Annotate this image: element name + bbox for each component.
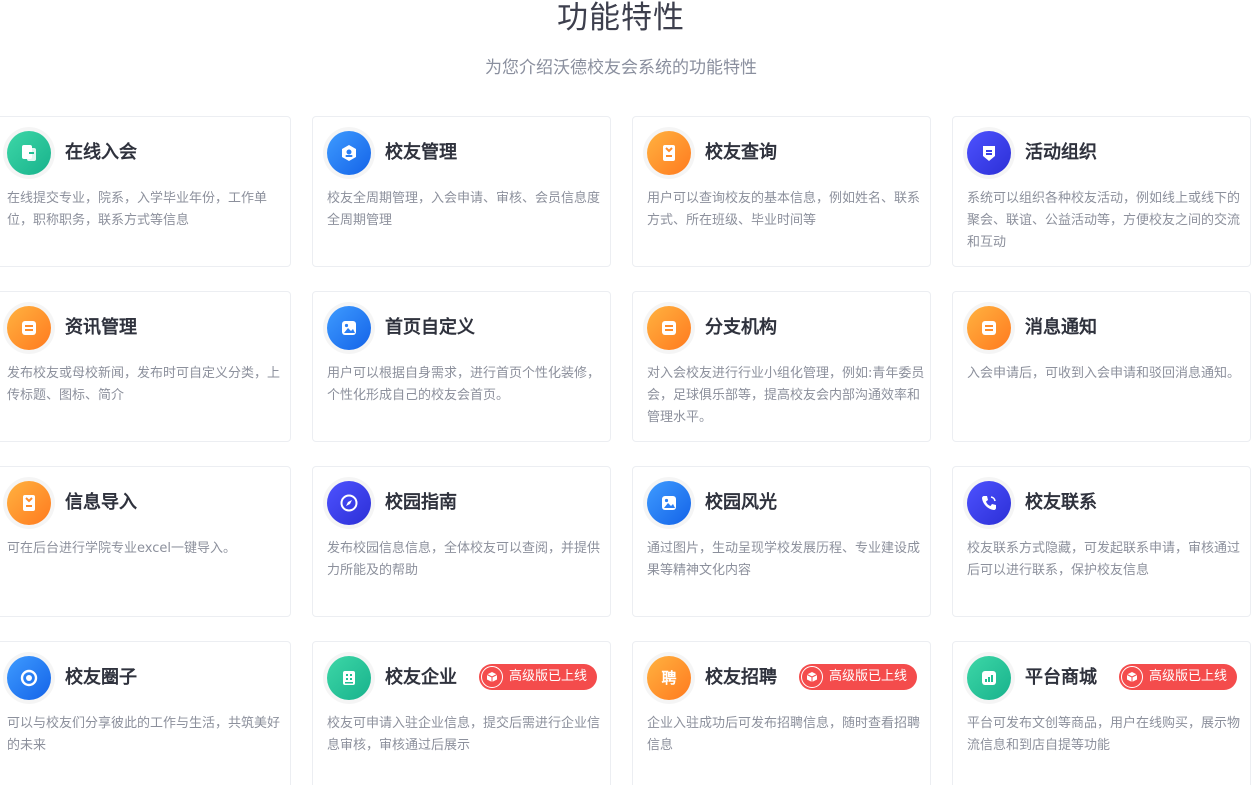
feature-card-campus-scenery[interactable]: 校园风光 通过图片，生动呈现学校发展历程、专业建设成果等精神文化内容	[632, 466, 931, 617]
query-icon	[647, 131, 691, 175]
feature-title: 校友企业	[385, 667, 457, 688]
premium-badge: 高级版已上线	[799, 664, 918, 690]
feature-desc: 用户可以根据自身需求，进行首页个性化装修，个性化形成自己的校友会首页。	[327, 366, 601, 403]
feature-title: 校友联系	[1025, 492, 1097, 513]
activity-icon	[967, 131, 1011, 175]
join-icon	[7, 131, 51, 175]
feature-card-alumni-contact[interactable]: 校友联系 校友联系方式隐藏，可发起联系申请，审核通过后可以进行联系，保护校友信息	[952, 466, 1251, 617]
feature-title: 在线入会	[65, 142, 137, 163]
page-title: 功能特性	[557, 0, 685, 36]
feature-desc: 可以与校友们分享彼此的工作与生活，共筑美好的未来	[7, 716, 281, 753]
feature-desc: 用户可以查询校友的基本信息，例如姓名、联系方式、所在班级、毕业时间等	[647, 191, 921, 228]
feature-title: 分支机构	[705, 317, 777, 338]
feature-title: 首页自定义	[385, 317, 475, 338]
manage-icon	[327, 131, 371, 175]
recruit-icon: 聘	[647, 656, 691, 700]
feature-title: 信息导入	[65, 492, 137, 513]
feature-card-message[interactable]: 消息通知 入会申请后，可收到入会申请和驳回消息通知。	[952, 291, 1251, 442]
feature-title: 校友查询	[705, 142, 777, 163]
feature-title: 资讯管理	[65, 317, 137, 338]
feature-card-news[interactable]: 资讯管理 发布校友或母校新闻，发布时可自定义分类，上传标题、图标、简介	[0, 291, 291, 442]
page-subtitle: 为您介绍沃德校友会系统的功能特性	[485, 58, 757, 78]
circle-icon	[7, 656, 51, 700]
premium-badge-label: 高级版已上线	[1149, 669, 1228, 684]
message-icon	[967, 306, 1011, 350]
feature-desc: 对入会校友进行行业小组化管理，例如:青年委员会，足球俱乐部等，提高校友会内部沟通…	[647, 366, 925, 425]
feature-desc: 校友可申请入驻企业信息，提交后需进行企业信息审核，审核通过后展示	[327, 716, 601, 753]
phone-icon	[967, 481, 1011, 525]
cube-icon	[801, 666, 823, 688]
import-icon	[7, 481, 51, 525]
feature-title: 活动组织	[1025, 142, 1097, 163]
feature-desc: 企业入驻成功后可发布招聘信息，随时查看招聘信息	[647, 716, 921, 753]
feature-desc: 发布校友或母校新闻，发布时可自定义分类，上传标题、图标、简介	[7, 366, 281, 403]
premium-badge-label: 高级版已上线	[509, 669, 588, 684]
compass-icon	[327, 481, 371, 525]
enterprise-icon	[327, 656, 371, 700]
feature-card-alumni-circle[interactable]: 校友圈子 可以与校友们分享彼此的工作与生活，共筑美好的未来	[0, 641, 291, 785]
feature-title: 校友管理	[385, 142, 457, 163]
mall-icon	[967, 656, 1011, 700]
feature-card-branch[interactable]: 分支机构 对入会校友进行行业小组化管理，例如:青年委员会，足球俱乐部等，提高校友…	[632, 291, 931, 442]
feature-desc: 在线提交专业，院系，入学毕业年份，工作单位，职称职务，联系方式等信息	[7, 191, 268, 228]
feature-card-platform-mall[interactable]: 平台商城 高级版已上线 平台可发布文创等商品，用户在线购买，展示物流信息和到店自…	[952, 641, 1251, 785]
feature-title: 消息通知	[1025, 317, 1097, 338]
feature-card-alumni-recruit[interactable]: 聘 校友招聘 高级版已上线 企业入驻成功后可发布招聘信息，随时查看招聘信息	[632, 641, 931, 785]
feature-card-alumni-enterprise[interactable]: 校友企业 高级版已上线 校友可申请入驻企业信息，提交后需进行企业信息审核，审核通…	[312, 641, 611, 785]
feature-desc: 入会申请后，可收到入会申请和驳回消息通知。	[967, 366, 1241, 381]
feature-card-alumni-manage[interactable]: 校友管理 校友全周期管理，入会申请、审核、会员信息度全周期管理	[312, 116, 611, 267]
feature-title: 校友圈子	[65, 667, 137, 688]
feature-desc: 系统可以组织各种校友活动，例如线上或线下的聚会、联谊、公益活动等，方便校友之间的…	[967, 191, 1241, 250]
premium-badge: 高级版已上线	[1119, 664, 1238, 690]
feature-card-campus-guide[interactable]: 校园指南 发布校园信息信息，全体校友可以查阅，并提供力所能及的帮助	[312, 466, 611, 617]
svg-text:聘: 聘	[661, 669, 676, 687]
premium-badge-label: 高级版已上线	[829, 669, 908, 684]
feature-title: 校园指南	[385, 492, 457, 513]
feature-desc: 通过图片，生动呈现学校发展历程、专业建设成果等精神文化内容	[647, 541, 921, 578]
cube-icon	[481, 666, 503, 688]
feature-desc: 可在后台进行学院专业excel一键导入。	[7, 541, 236, 556]
features-page: 功能特性 为您介绍沃德校友会系统的功能特性 在线入会 在线提交专业，院系，入学毕…	[0, 0, 1258, 785]
image-icon	[327, 306, 371, 350]
feature-desc: 校友全周期管理，入会申请、审核、会员信息度全周期管理	[327, 191, 601, 228]
premium-badge: 高级版已上线	[479, 664, 598, 690]
cube-icon	[1121, 666, 1143, 688]
feature-desc: 平台可发布文创等商品，用户在线购买，展示物流信息和到店自提等功能	[967, 716, 1241, 753]
feature-title: 平台商城	[1025, 667, 1097, 688]
feature-desc: 发布校园信息信息，全体校友可以查阅，并提供力所能及的帮助	[327, 541, 601, 578]
feature-card-alumni-query[interactable]: 校友查询 用户可以查询校友的基本信息，例如姓名、联系方式、所在班级、毕业时间等	[632, 116, 931, 267]
branch-icon	[647, 306, 691, 350]
feature-desc: 校友联系方式隐藏，可发起联系申请，审核通过后可以进行联系，保护校友信息	[967, 541, 1241, 578]
photo-icon	[647, 481, 691, 525]
feature-card-import[interactable]: 信息导入 可在后台进行学院专业excel一键导入。	[0, 466, 291, 617]
feature-title: 校园风光	[705, 492, 777, 513]
feature-card-online-join[interactable]: 在线入会 在线提交专业，院系，入学毕业年份，工作单位，职称职务，联系方式等信息	[0, 116, 291, 267]
feature-card-home-custom[interactable]: 首页自定义 用户可以根据自身需求，进行首页个性化装修，个性化形成自己的校友会首页…	[312, 291, 611, 442]
feature-card-activity[interactable]: 活动组织 系统可以组织各种校友活动，例如线上或线下的聚会、联谊、公益活动等，方便…	[952, 116, 1251, 267]
news-icon	[7, 306, 51, 350]
feature-title: 校友招聘	[705, 667, 777, 688]
